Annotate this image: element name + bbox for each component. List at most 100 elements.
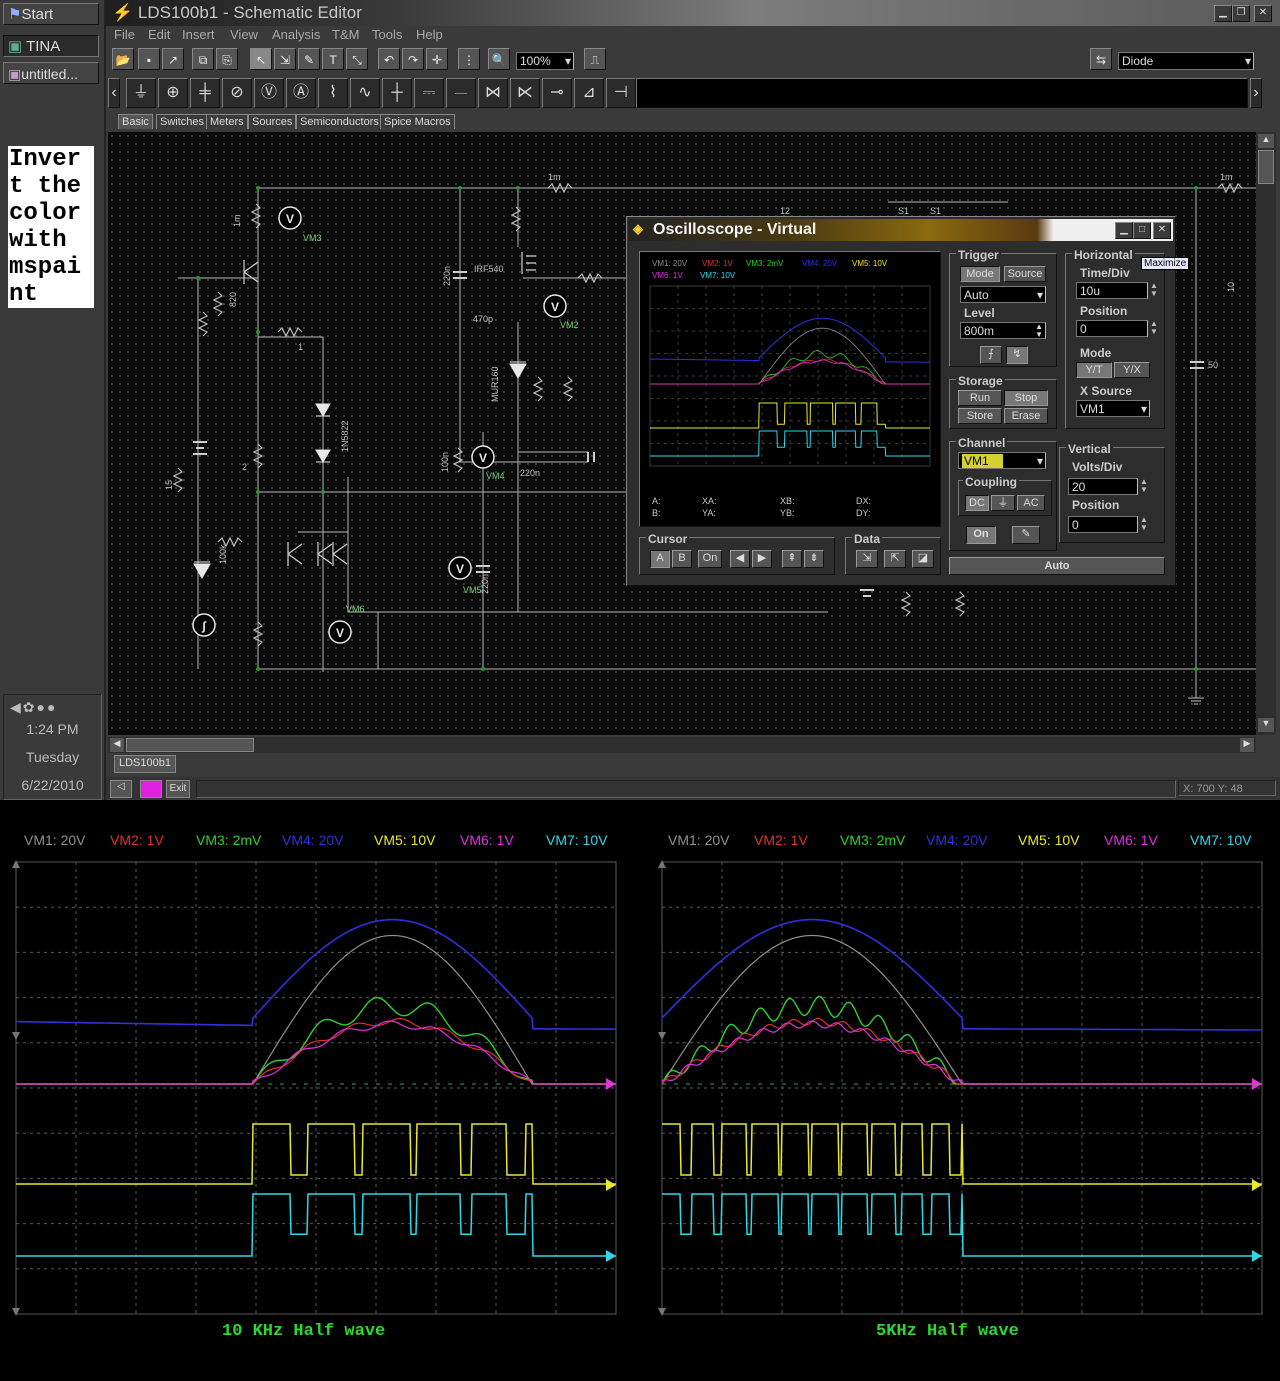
spin-icon[interactable]: ▲ ▼ [1150, 282, 1158, 298]
coupling-dc-button[interactable]: DC [965, 495, 989, 511]
tab-switches[interactable]: Switches [156, 114, 209, 129]
paste-icon[interactable]: ⎘ [216, 48, 238, 70]
save-icon[interactable]: ▪ [138, 48, 160, 70]
scroll-right-icon[interactable]: ▶ [1240, 738, 1254, 752]
osc-close-button[interactable]: ✕ [1153, 222, 1171, 239]
osc-minimize-button[interactable]: ▁ [1115, 222, 1133, 239]
task-tina[interactable]: ▣ TINA [3, 35, 99, 57]
terminal-icon[interactable]: ⊣ [606, 78, 636, 108]
x-source-select[interactable]: VM1 ▾ [1076, 400, 1150, 417]
channel-on-button[interactable]: On [966, 526, 996, 544]
menu-edit[interactable]: Edit [148, 27, 170, 42]
tray-icons[interactable]: ◀✿●● [10, 699, 57, 716]
open-folder-icon[interactable]: 📂 [112, 48, 134, 70]
tab-semiconductors[interactable]: Semiconductors [296, 114, 383, 129]
cursor-right-icon[interactable]: ▶ [752, 550, 772, 568]
cursor-down-icon[interactable]: ⇟ [804, 550, 824, 568]
data-export-icon[interactable]: ◪ [912, 550, 934, 568]
exit-button[interactable]: Exit [166, 780, 190, 798]
h-position-input[interactable]: 0 [1076, 320, 1148, 337]
ammeter-icon[interactable]: ⊘ [222, 78, 252, 108]
task-untitled[interactable]: ▣untitled... [3, 62, 99, 84]
capacitor-icon[interactable]: ╪ [190, 78, 220, 108]
spin-icon[interactable]: ▲ ▼ [1140, 478, 1148, 494]
cursor-a-button[interactable]: A [650, 550, 670, 568]
channel-select[interactable]: VM1 ▾ [958, 452, 1046, 469]
osc-title-bar[interactable]: ◈ Oscilloscope - Virtual ▁ □ ✕ [629, 219, 1173, 241]
pen-color-icon[interactable]: ✎ [1012, 526, 1040, 544]
volts-div-input[interactable]: 20 [1068, 478, 1138, 495]
potentiometer-icon[interactable]: ⊿ [574, 78, 604, 108]
trigger-level-input[interactable]: 800m ▲ ▼ [960, 322, 1046, 339]
cursor-left-icon[interactable]: ◀ [730, 550, 750, 568]
menu-help[interactable]: Help [416, 27, 443, 42]
minimize-button[interactable]: ▁ [1214, 5, 1232, 22]
scroll-right-icon[interactable]: › [1250, 78, 1262, 108]
data-load-icon[interactable]: ⇲ [856, 550, 878, 568]
current-meter-icon[interactable]: Ⓐ [286, 78, 316, 108]
probe-icon[interactable]: ⎍ [584, 48, 606, 70]
component-select[interactable]: Diode ▾ [1118, 52, 1254, 70]
data-save-icon[interactable]: ⇱ [884, 550, 906, 568]
menu-file[interactable]: File [114, 27, 135, 42]
cursor-b-button[interactable]: B [672, 550, 692, 568]
tab-spice-macros[interactable]: Spice Macros [380, 114, 455, 129]
auto-button[interactable]: Auto [949, 557, 1165, 575]
ground-icon[interactable]: ⏚ [126, 78, 156, 108]
tab-meters[interactable]: Meters [206, 114, 248, 129]
vscroll-thumb[interactable] [1258, 150, 1274, 184]
coupling-gnd-button[interactable]: ⏚ [991, 495, 1015, 511]
resistor-icon[interactable]: ⌇ [318, 78, 348, 108]
relay-icon[interactable]: ⋉ [510, 78, 540, 108]
tab-basic[interactable]: Basic [118, 114, 153, 129]
speaker-status-icon[interactable]: ◁ [110, 780, 132, 798]
scroll-left-icon[interactable]: ◀ [110, 738, 124, 752]
copy-icon[interactable]: ⧉ [192, 48, 214, 70]
erase-button[interactable]: Erase [1004, 408, 1048, 424]
menu-tools[interactable]: Tools [372, 27, 402, 42]
document-tab[interactable]: LDS100b1 [114, 755, 176, 773]
cursor-up-icon[interactable]: ⇞ [782, 550, 802, 568]
hscroll-thumb[interactable] [126, 738, 254, 752]
scroll-down-icon[interactable]: ▼ [1258, 718, 1274, 732]
select-arrow-icon[interactable]: ↖ [250, 48, 272, 70]
osc-maximize-button[interactable]: □ [1133, 222, 1151, 239]
time-div-input[interactable]: 10u [1076, 282, 1148, 299]
stop-button[interactable]: Stop [1004, 390, 1048, 406]
spin-icon[interactable]: ▲ ▼ [1150, 320, 1158, 336]
falling-edge-icon[interactable]: ↯ [1006, 346, 1028, 364]
wire-pen-icon[interactable]: ✎ [298, 48, 320, 70]
grid-icon[interactable]: ⋮ [458, 48, 480, 70]
cursor-on-button[interactable]: On [698, 550, 722, 568]
crosshair-icon[interactable]: ✛ [426, 48, 448, 70]
clock-time[interactable]: 1:24 PM [4, 721, 101, 737]
zoom-icon[interactable]: 🔍 [488, 48, 510, 70]
menu-tm[interactable]: T&M [332, 27, 359, 42]
coupling-ac-button[interactable]: AC [1017, 495, 1045, 511]
zoom-select[interactable]: 100% ▾ [516, 52, 574, 70]
trigger-mode-button[interactable]: Mode [960, 266, 1000, 282]
text-icon[interactable]: T [322, 48, 344, 70]
trigger-mode-select[interactable]: Auto ▾ [960, 286, 1046, 303]
redo-icon[interactable]: ↷ [402, 48, 424, 70]
menu-view[interactable]: View [230, 27, 258, 42]
tab-sources[interactable]: Sources [248, 114, 297, 129]
menu-insert[interactable]: Insert [182, 27, 215, 42]
open-icon[interactable]: ↗ [162, 48, 184, 70]
scroll-up-icon[interactable]: ▲ [1258, 134, 1274, 148]
battery-icon[interactable]: ⊕ [158, 78, 188, 108]
vertical-scrollbar[interactable]: ▲ ▼ [1256, 132, 1276, 735]
horizontal-scrollbar[interactable]: ◀ ▶ [108, 737, 1256, 753]
coil-icon[interactable]: ⎓ [414, 78, 444, 108]
cap-vertical-icon[interactable]: ┼ [382, 78, 412, 108]
osc-screen[interactable]: VM1: 20V VM2: 1V VM3: 2mV VM4: 20V VM5: 10V V… [640, 252, 940, 526]
scroll-left-icon[interactable]: ‹ [108, 78, 120, 108]
rotate-icon[interactable]: ⤡ [346, 48, 368, 70]
voltmeter-icon[interactable]: Ⓥ [254, 78, 284, 108]
store-button[interactable]: Store [958, 408, 1002, 424]
yt-mode-button[interactable]: Y/T [1076, 362, 1112, 378]
color-swatch[interactable] [140, 780, 162, 798]
trigger-source-button[interactable]: Source [1004, 266, 1046, 282]
title-bar[interactable]: ⚡ LDS100b1 - Schematic Editor ▁ ❐ ✕ [106, 0, 1280, 26]
switch-icon[interactable]: ⏤ [446, 78, 476, 108]
